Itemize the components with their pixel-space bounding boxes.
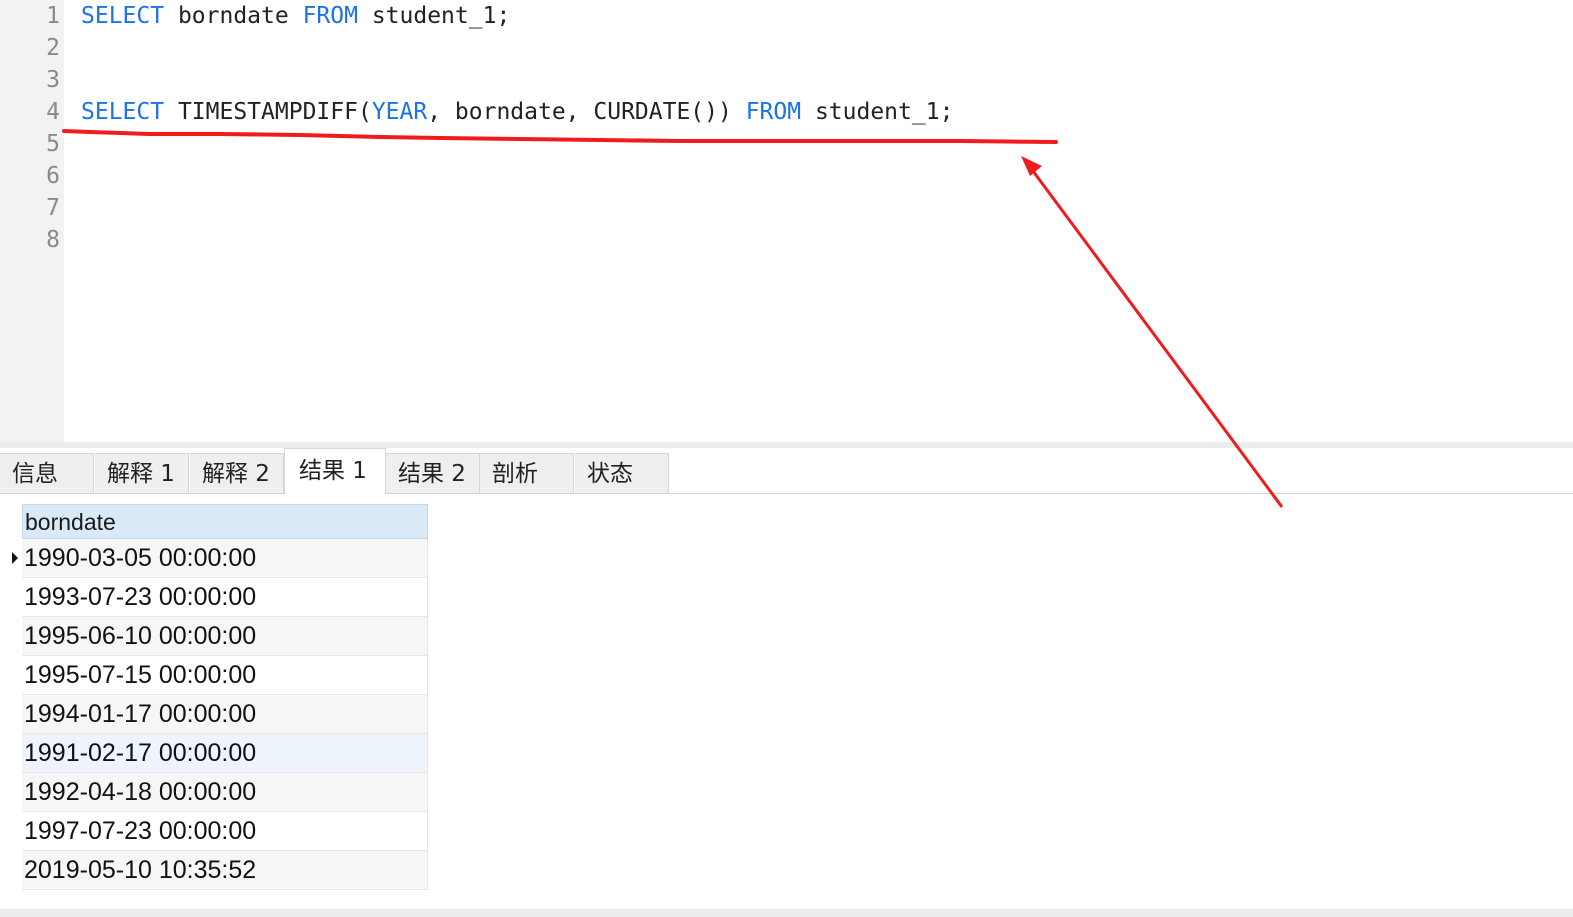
line-number: 8 [46, 227, 60, 253]
table-cell-borndate[interactable]: 1993-07-23 00:00:00 [22, 578, 428, 617]
table-cell-borndate[interactable]: 1990-03-05 00:00:00 [22, 539, 428, 578]
table-cell-borndate[interactable]: 1995-07-15 00:00:00 [22, 656, 428, 695]
current-row-arrow-icon [12, 552, 18, 564]
table-cell-borndate[interactable]: 1994-01-17 00:00:00 [22, 695, 428, 734]
tab-result-2[interactable]: 结果 2 [386, 453, 480, 493]
editor-line[interactable]: 1 SELECT borndate FROM student_1; [0, 0, 1573, 32]
sql-keyword: SELECT [81, 99, 165, 125]
tab-profile[interactable]: 剖析 [480, 453, 574, 493]
table-row[interactable]: 1993-07-23 00:00:00 [0, 578, 430, 617]
table-row[interactable]: 1994-01-17 00:00:00 [0, 695, 430, 734]
sql-text: student_1; [801, 99, 954, 125]
line-number: 5 [46, 131, 60, 157]
editor-line[interactable]: 7 [0, 192, 1573, 224]
tab-explain-1[interactable]: 解释 1 [95, 453, 189, 493]
table-cell-borndate[interactable]: 1995-06-10 00:00:00 [22, 617, 428, 656]
row-indicator[interactable] [0, 578, 22, 617]
sql-text: student_1; [357, 3, 511, 29]
tab-explain-2[interactable]: 解释 2 [190, 453, 284, 493]
editor-line[interactable]: 8 [0, 224, 1573, 256]
row-indicator[interactable] [0, 812, 22, 851]
sql-text: borndate [164, 3, 303, 29]
code-text[interactable]: SELECT borndate FROM student_1; [81, 0, 510, 32]
row-indicator[interactable] [0, 656, 22, 695]
table-row[interactable]: 1997-07-23 00:00:00 [0, 812, 430, 851]
line-number: 7 [46, 195, 60, 221]
sql-keyword: FROM [302, 3, 358, 29]
sql-keyword: YEAR [371, 99, 428, 125]
line-number: 4 [46, 99, 60, 125]
line-number: 3 [46, 67, 60, 93]
table-row[interactable]: 2019-05-10 10:35:52 [0, 851, 430, 890]
table-row[interactable]: 1995-07-15 00:00:00 [0, 656, 430, 695]
row-indicator[interactable] [0, 539, 22, 578]
sql-text: , borndate, CURDATE()) [427, 99, 746, 125]
editor-line[interactable]: 2 [0, 32, 1573, 64]
status-bar [0, 909, 1573, 917]
table-row[interactable]: 1995-06-10 00:00:00 [0, 617, 430, 656]
sql-text: TIMESTAMPDIFF( [164, 99, 372, 125]
table-cell-borndate[interactable]: 1997-07-23 00:00:00 [22, 812, 428, 851]
sql-keyword: SELECT [81, 3, 165, 29]
editor-line[interactable]: 5 [0, 128, 1573, 160]
code-text[interactable]: SELECT TIMESTAMPDIFF(YEAR, borndate, CUR… [81, 96, 953, 128]
editor-line[interactable]: 3 [0, 64, 1573, 96]
sql-editor[interactable]: 1 SELECT borndate FROM student_1; 2 3 4 SELEC… [0, 0, 1573, 442]
editor-line[interactable]: 4 SELECT TIMESTAMPDIFF(YEAR, borndate, CU… [0, 96, 1573, 128]
table-cell-borndate[interactable]: 2019-05-10 10:35:52 [22, 851, 428, 890]
row-indicator[interactable] [0, 734, 22, 773]
table-row[interactable]: 1991-02-17 00:00:00 [0, 734, 430, 773]
table-cell-borndate[interactable]: 1991-02-17 00:00:00 [22, 734, 428, 773]
table-cell-borndate[interactable]: 1992-04-18 00:00:00 [22, 773, 428, 812]
row-indicator[interactable] [0, 773, 22, 812]
tab-status[interactable]: 状态 [575, 453, 669, 493]
result-tab-bar: 信息 解释 1 解释 2 结果 1 结果 2 剖析 状态 [0, 448, 1573, 494]
table-row[interactable]: 1992-04-18 00:00:00 [0, 773, 430, 812]
line-number: 6 [46, 163, 60, 189]
row-indicator[interactable] [0, 617, 22, 656]
line-number: 1 [46, 3, 60, 29]
table-row[interactable]: 1990-03-05 00:00:00 [0, 539, 430, 578]
editor-line[interactable]: 6 [0, 160, 1573, 192]
column-header-borndate[interactable]: borndate [22, 504, 428, 539]
row-indicator[interactable] [0, 695, 22, 734]
row-indicator[interactable] [0, 851, 22, 890]
sql-keyword: FROM [745, 99, 802, 125]
line-number: 2 [46, 35, 60, 61]
tab-result-1[interactable]: 结果 1 [284, 448, 386, 494]
tab-info[interactable]: 信息 [0, 453, 94, 493]
